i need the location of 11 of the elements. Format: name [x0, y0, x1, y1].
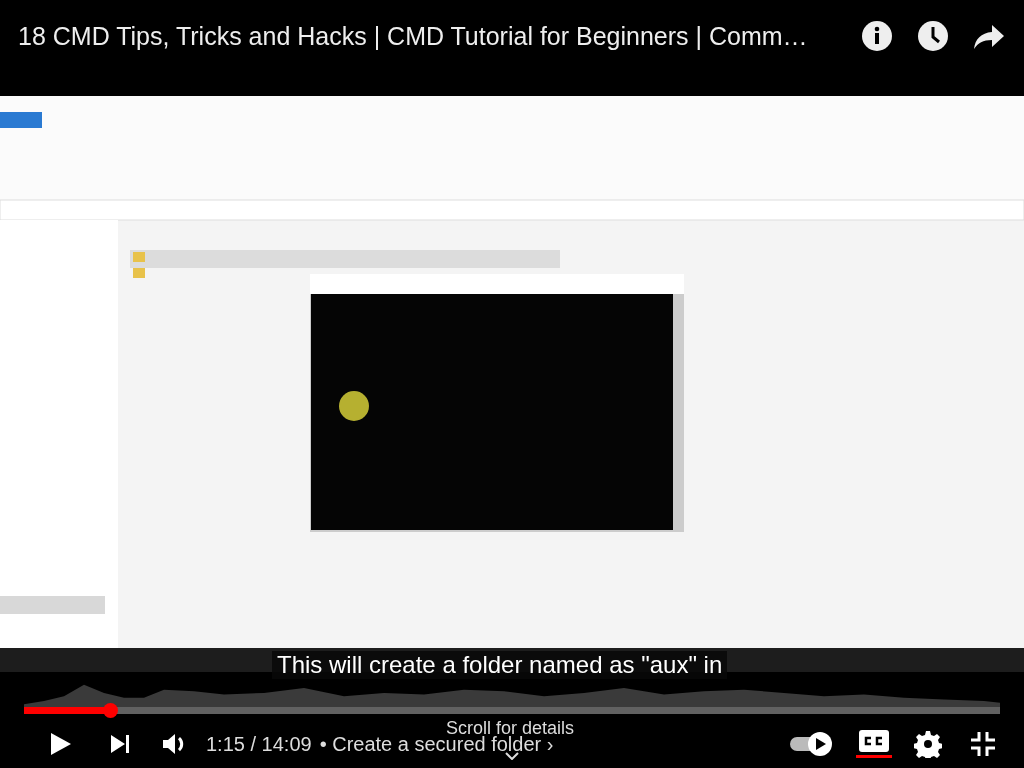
- captions-icon[interactable]: [859, 730, 889, 752]
- exit-fullscreen-icon[interactable]: [970, 731, 996, 757]
- info-icon[interactable]: [860, 19, 894, 53]
- autoplay-toggle[interactable]: [788, 730, 834, 758]
- video-title: 18 CMD Tips, Tricks and Hacks | CMD Tutorial for Beginners | Comm…: [18, 21, 809, 51]
- clock-icon[interactable]: [916, 19, 950, 53]
- caption-text: This will create a folder named as "aux" in: [272, 651, 728, 679]
- chevron-down-icon[interactable]: [505, 752, 519, 760]
- settings-icon[interactable]: [914, 730, 942, 758]
- time-display: 1:15 / 14:09: [206, 732, 312, 756]
- next-icon[interactable]: [108, 732, 132, 756]
